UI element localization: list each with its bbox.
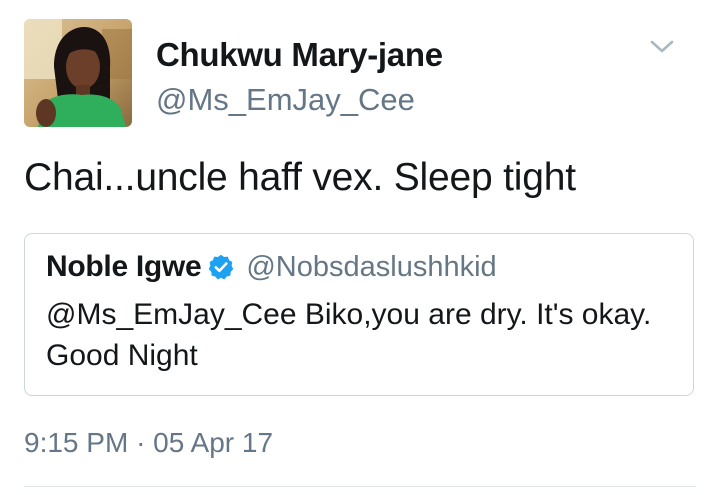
divider [24, 486, 696, 487]
tweet-time: 9:15 PM [24, 427, 129, 458]
quoted-tweet-text: @Ms_EmJay_Cee Biko,you are dry. It's oka… [46, 298, 652, 372]
tweet-card: Chukwu Mary-jane @Ms_EmJay_Cee Chai...un… [0, 0, 720, 495]
avatar[interactable] [24, 19, 132, 127]
tweet-text: Chai...uncle haff vex. Sleep tight [24, 156, 576, 199]
timestamp-separator: · [136, 427, 146, 458]
tweet-date: 05 Apr 17 [153, 427, 274, 458]
tweet-timestamp[interactable]: 9:15 PM · 05 Apr 17 [24, 427, 273, 459]
author-display-name[interactable]: Chukwu Mary-jane [156, 36, 443, 74]
verified-badge-icon [207, 253, 235, 281]
chevron-down-icon[interactable] [650, 38, 674, 56]
author-handle[interactable]: @Ms_EmJay_Cee [156, 82, 415, 118]
quoted-tweet-header: Noble Igwe @Nobsdaslushhkid [46, 250, 497, 284]
quoted-author-name[interactable]: Noble Igwe [46, 250, 202, 284]
quoted-tweet[interactable]: Noble Igwe @Nobsdaslushhkid @Ms_EmJay_Ce… [24, 233, 694, 396]
quoted-author-handle[interactable]: @Nobsdaslushhkid [246, 251, 496, 284]
